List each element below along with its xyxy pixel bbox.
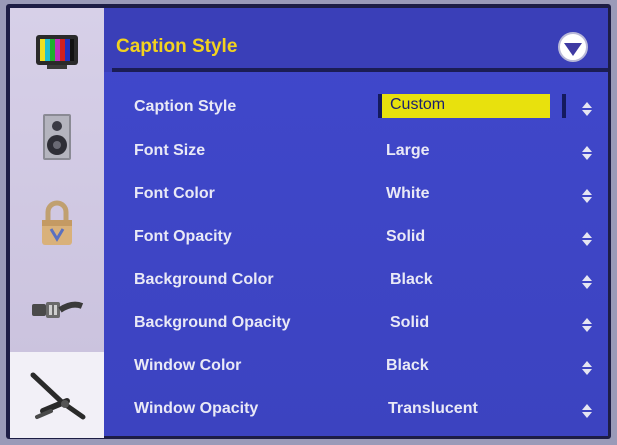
lock-icon [42, 200, 72, 245]
setting-value[interactable]: Large [386, 142, 430, 160]
page-title: Caption Style [116, 36, 238, 57]
setting-row-background-opacity[interactable]: Background Opacity Solid [104, 304, 608, 346]
sidebar [10, 8, 104, 438]
setting-row-caption-style[interactable]: Caption Style Custom [104, 88, 608, 130]
setting-label: Font Color [134, 185, 215, 202]
sidebar-item-parental-lock[interactable] [10, 180, 104, 266]
sidebar-item-picture[interactable] [10, 8, 104, 94]
tv-icon [36, 35, 78, 69]
setting-value[interactable]: Black [386, 357, 429, 375]
up-down-arrows-icon[interactable] [582, 102, 592, 116]
panel-header: Caption Style [104, 8, 608, 72]
setting-row-background-color[interactable]: Background Color Black [104, 261, 608, 303]
setting-label: Font Size [134, 142, 206, 159]
setting-value[interactable]: Black [390, 271, 433, 289]
setting-row-font-opacity[interactable]: Font Opacity Solid [104, 218, 608, 260]
up-down-arrows-icon[interactable] [582, 404, 592, 418]
setting-value[interactable]: Solid [390, 314, 429, 332]
sidebar-item-audio[interactable] [10, 94, 104, 180]
header-divider [112, 68, 608, 72]
up-down-arrows-icon[interactable] [582, 318, 592, 332]
setting-label: Caption Style [134, 98, 237, 115]
up-down-arrows-icon[interactable] [582, 232, 592, 246]
setting-label: Window Color [134, 357, 242, 374]
sidebar-item-setup[interactable] [10, 352, 104, 438]
up-down-arrows-icon[interactable] [582, 361, 592, 375]
up-down-arrows-icon[interactable] [582, 189, 592, 203]
connector-cable-icon [32, 301, 84, 318]
up-down-arrows-icon[interactable] [582, 275, 592, 289]
scroll-down-button[interactable] [558, 32, 588, 62]
setting-value[interactable]: White [386, 185, 430, 203]
setting-row-font-size[interactable]: Font Size Large [104, 132, 608, 174]
setting-row-window-color[interactable]: Window Color Black [104, 347, 608, 389]
setting-value[interactable]: Solid [386, 228, 425, 246]
tools-icon [30, 372, 86, 420]
setting-label: Font Opacity [134, 228, 232, 245]
setting-value[interactable]: Translucent [388, 400, 478, 418]
setting-row-window-opacity[interactable]: Window Opacity Translucent [104, 390, 608, 432]
caption-style-panel: Caption Style Caption Style Custom Font … [104, 8, 608, 436]
setting-value-selected[interactable]: Custom [378, 94, 550, 118]
selection-marker [562, 94, 566, 118]
setting-row-font-color[interactable]: Font Color White [104, 175, 608, 217]
sidebar-item-connections[interactable] [10, 266, 104, 352]
speaker-icon [43, 114, 71, 160]
setting-label: Window Opacity [134, 400, 259, 417]
setting-label: Background Color [134, 271, 274, 288]
setting-label: Background Opacity [134, 314, 291, 331]
up-down-arrows-icon[interactable] [582, 146, 592, 160]
chevron-down-icon [564, 42, 582, 56]
